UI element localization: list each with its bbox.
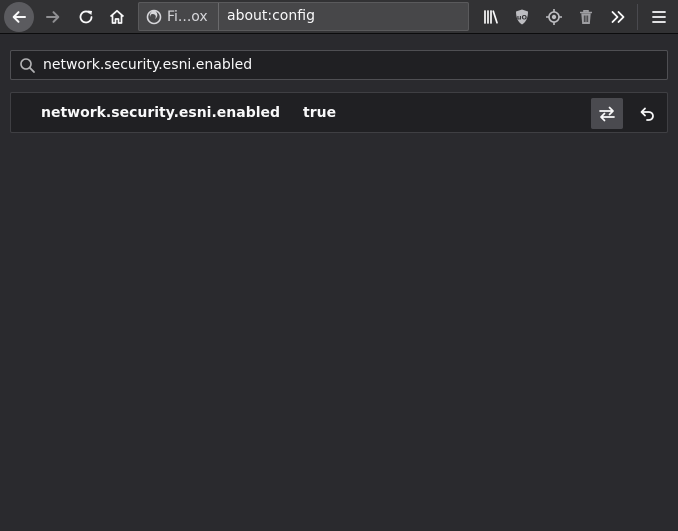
undo-arrow-icon	[640, 107, 654, 121]
toggle-button[interactable]	[591, 98, 623, 129]
home-icon	[109, 9, 125, 24]
preference-search-input[interactable]	[43, 51, 653, 79]
preference-value[interactable]: true	[303, 105, 336, 121]
preference-name: network.security.esni.enabled	[41, 105, 281, 121]
identity-label: Fi...ox	[167, 8, 208, 25]
library-button[interactable]	[476, 2, 506, 32]
browser-toolbar: Fi...ox about:config uO	[0, 0, 678, 34]
overflow-button[interactable]	[603, 2, 633, 32]
crosshair-button[interactable]	[539, 2, 569, 32]
preference-row[interactable]: network.security.esni.enabled true	[10, 92, 668, 133]
back-arrow-icon	[4, 2, 34, 32]
url-bar[interactable]: Fi...ox about:config	[138, 2, 469, 31]
search-icon	[20, 58, 35, 73]
ublock-origin-button[interactable]: uO	[507, 2, 537, 32]
url-text[interactable]: about:config	[227, 8, 315, 24]
chevron-double-right-icon	[611, 11, 625, 23]
library-icon	[484, 10, 498, 24]
crosshair-icon	[546, 9, 562, 25]
toolbar-separator	[637, 4, 638, 30]
trash-icon	[580, 10, 592, 24]
reset-button[interactable]	[631, 98, 663, 129]
forward-button[interactable]	[38, 2, 68, 32]
svg-text:uO: uO	[517, 14, 528, 22]
back-button[interactable]	[4, 2, 34, 32]
forward-arrow-icon	[46, 11, 60, 23]
menu-button[interactable]	[644, 2, 674, 32]
ublock-origin-icon: uO	[516, 9, 528, 25]
firefox-icon	[146, 9, 162, 24]
reload-button[interactable]	[71, 2, 101, 32]
toggle-arrows-icon	[599, 106, 615, 121]
trash-button[interactable]	[571, 2, 601, 32]
site-identity[interactable]: Fi...ox	[139, 3, 219, 30]
home-button[interactable]	[102, 2, 132, 32]
preference-search-box[interactable]	[10, 50, 668, 80]
reload-icon	[79, 10, 93, 24]
hamburger-menu-icon	[652, 11, 666, 23]
